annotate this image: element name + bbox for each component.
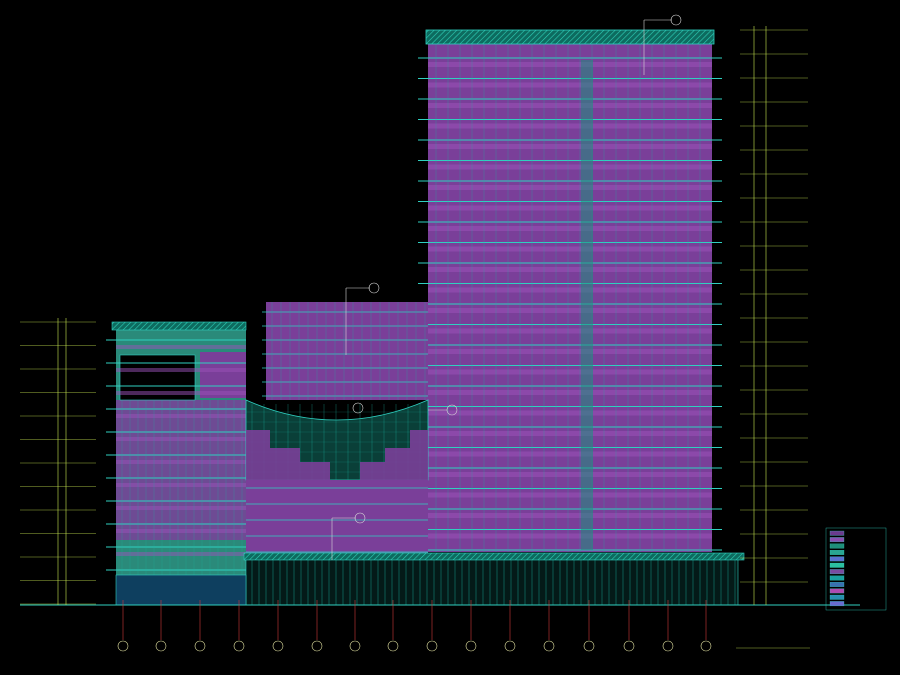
legend-swatch bbox=[829, 601, 845, 607]
spandrel-band bbox=[428, 369, 712, 375]
spandrel-band bbox=[428, 246, 712, 252]
legend-swatch bbox=[829, 537, 845, 543]
spandrel-band bbox=[428, 492, 712, 498]
left-podium-glass-lower bbox=[116, 400, 246, 540]
spandrel-band bbox=[116, 391, 246, 395]
tower-block bbox=[418, 29, 722, 559]
cad-elevation-drawing bbox=[0, 0, 900, 675]
middle-lower-facade bbox=[246, 480, 428, 555]
spandrel-band bbox=[428, 144, 712, 149]
spandrel-band bbox=[116, 414, 246, 418]
spandrel-band bbox=[428, 308, 712, 313]
tower-core-strip bbox=[581, 60, 593, 550]
spandrel-band bbox=[428, 287, 712, 293]
spandrel-band bbox=[428, 451, 712, 457]
legend-swatch bbox=[829, 550, 845, 555]
legend-swatch bbox=[829, 556, 845, 562]
spandrel-band bbox=[428, 82, 712, 88]
spandrel-band bbox=[428, 472, 712, 477]
spandrel-band bbox=[428, 349, 712, 354]
legend-swatch bbox=[829, 575, 845, 581]
spandrel-band bbox=[428, 267, 712, 272]
spandrel-band bbox=[428, 226, 712, 231]
spandrel-band bbox=[428, 533, 712, 539]
spandrel-band bbox=[428, 410, 712, 416]
spandrel-band bbox=[116, 506, 246, 510]
middle-block-facade bbox=[266, 302, 428, 400]
spandrel-band bbox=[428, 103, 712, 108]
spandrel-band bbox=[428, 431, 712, 436]
legend-swatch bbox=[829, 543, 845, 549]
spandrel-band bbox=[428, 123, 712, 129]
spandrel-band bbox=[428, 390, 712, 395]
left-podium-base bbox=[115, 574, 247, 606]
spandrel-band bbox=[116, 368, 246, 372]
spandrel-band bbox=[116, 345, 246, 349]
legend-swatch bbox=[829, 594, 845, 600]
spandrel-band bbox=[428, 205, 712, 211]
spandrel-band bbox=[428, 513, 712, 518]
legend-swatch bbox=[829, 582, 845, 587]
legend-swatch bbox=[829, 530, 845, 536]
spandrel-band bbox=[116, 483, 246, 487]
tower-roof-parapet bbox=[425, 29, 715, 45]
spandrel-band bbox=[116, 437, 246, 441]
spandrel-band bbox=[428, 328, 712, 334]
spandrel-band bbox=[428, 62, 712, 67]
spandrel-band bbox=[116, 460, 246, 464]
legend-swatch bbox=[829, 588, 845, 594]
left-podium-roof bbox=[111, 321, 247, 331]
ground-colonnade bbox=[245, 554, 739, 606]
legend-swatch bbox=[829, 562, 845, 568]
left-podium-block bbox=[106, 321, 247, 579]
spandrel-band bbox=[428, 185, 712, 190]
middle-block bbox=[245, 302, 429, 555]
ground-canopy bbox=[243, 552, 745, 561]
spandrel-band bbox=[428, 164, 712, 170]
spandrel-band bbox=[116, 529, 246, 533]
legend-swatch bbox=[829, 569, 845, 575]
spandrel-band bbox=[116, 552, 246, 556]
